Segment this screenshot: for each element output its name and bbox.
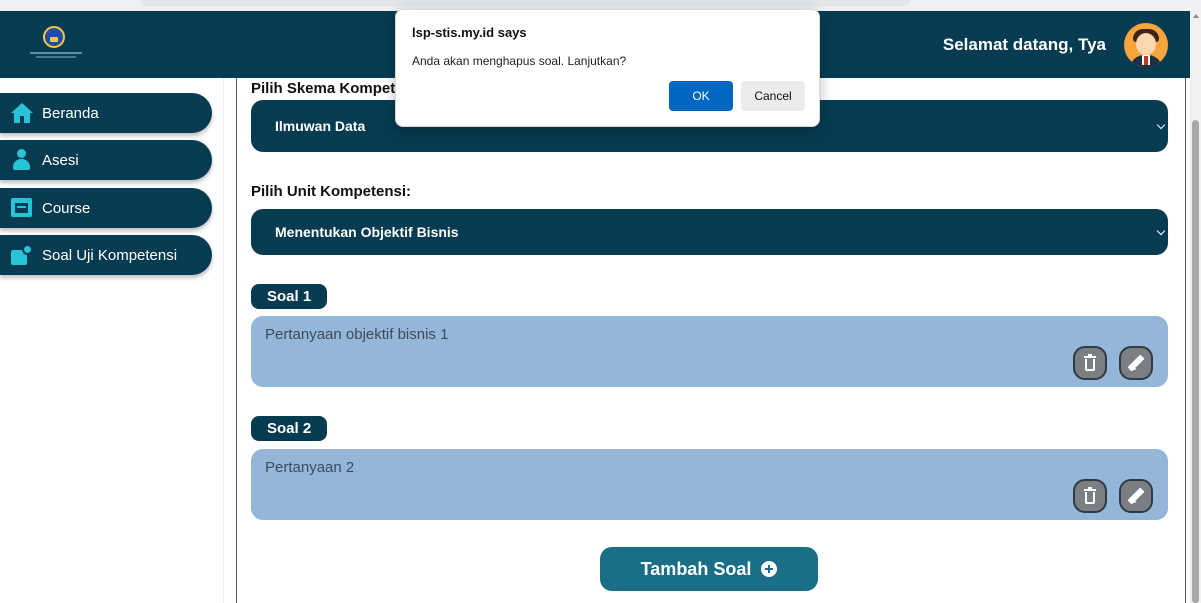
sidebar-item-soal-uji-kompetensi[interactable]: Soal Uji Kompetensi [0,235,212,275]
edit-button[interactable] [1119,346,1153,380]
sidebar-item-label: Soal Uji Kompetensi [42,246,178,264]
sidebar-item-label: Course [42,199,91,217]
soal-badge: Soal 2 [251,416,328,441]
unit-label: Pilih Unit Kompetensi: [251,183,412,200]
chevron-down-icon [1156,120,1166,130]
scrollbar-thumb[interactable] [1192,120,1199,603]
edit-button[interactable] [1119,479,1153,513]
add-question-button[interactable]: Tambah Soal [600,547,818,591]
sidebar: Beranda Asesi Course Soal Uji Kompetensi [0,78,224,603]
dialog-title: lsp-stis.my.id says [412,25,527,40]
plus-circle-icon [761,561,778,577]
unit-select-value: Menentukan Objektif Bisnis [275,224,459,240]
question-card: Pertanyaan objektif bisnis 1 [251,316,1168,387]
question-text: Pertanyaan 2 [265,459,355,476]
logo[interactable] [30,26,82,66]
lsp-seal-icon [43,26,65,48]
sidebar-item-label: Asesi [42,151,79,169]
browser-tab-area [140,0,910,6]
sidebar-item-course[interactable]: Course [0,188,212,228]
sidebar-item-label: Beranda [42,104,99,122]
page: Selamat datang, Tya Beranda Asesi Course… [0,0,1201,603]
delete-button[interactable] [1073,346,1107,380]
skema-select-value: Ilmuwan Data [275,118,366,134]
sidebar-item-asesi[interactable]: Asesi [0,140,212,180]
greeting-text: Selamat datang, Tya [942,35,1106,54]
person-icon [10,149,34,171]
cancel-button[interactable]: Cancel [741,81,805,111]
dialog-message: Anda akan menghapus soal. Lanjutkan? [412,54,627,68]
course-icon [10,197,34,219]
scroll-up-arrow-icon[interactable] [1193,14,1199,18]
question-text: Pertanyaan objektif bisnis 1 [265,326,449,343]
add-question-label: Tambah Soal [640,558,752,579]
ok-button[interactable]: OK [669,81,733,111]
unit-select[interactable]: Menentukan Objektif Bisnis [251,209,1168,255]
delete-button[interactable] [1073,479,1107,513]
confirm-dialog: lsp-stis.my.id says Anda akan menghapus … [395,9,820,127]
sidebar-item-beranda[interactable]: Beranda [0,93,212,133]
chevron-down-icon [1156,226,1166,236]
home-icon [10,102,34,124]
exam-icon [10,244,34,266]
soal-badge: Soal 1 [251,284,328,309]
avatar[interactable] [1124,23,1168,67]
question-card: Pertanyaan 2 [251,449,1168,520]
